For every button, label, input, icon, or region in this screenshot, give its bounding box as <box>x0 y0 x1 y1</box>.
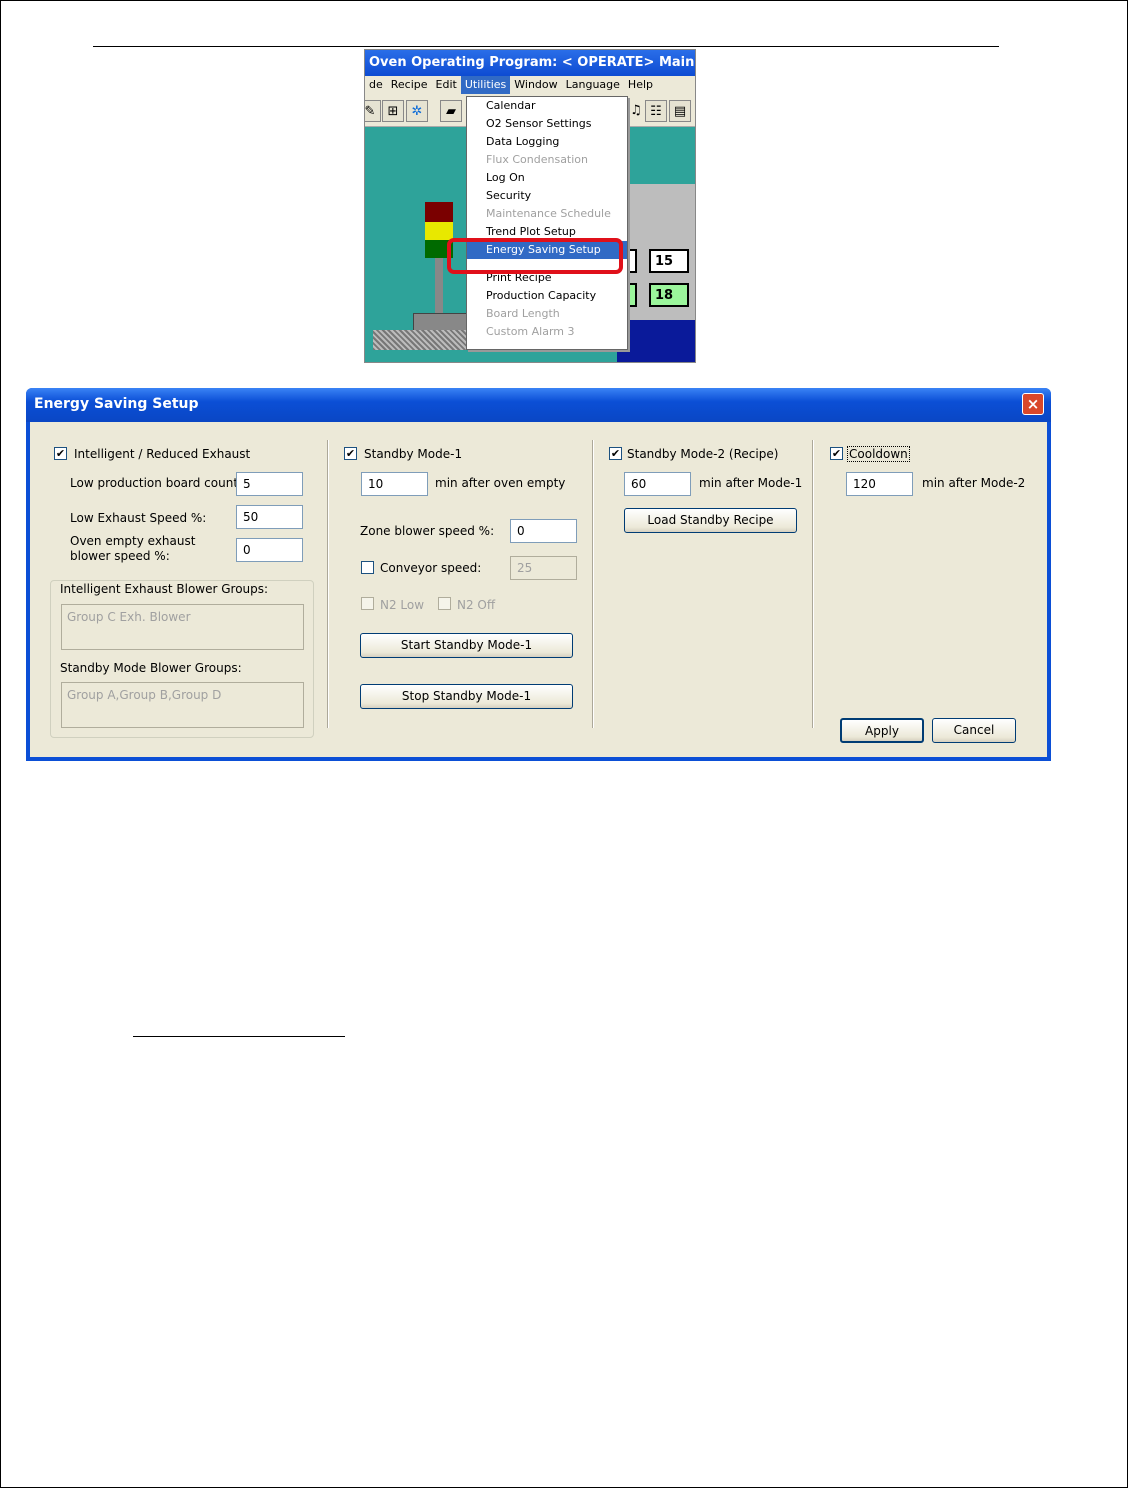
header-rule <box>93 46 999 47</box>
standby2-minutes-label: min after Mode-1 <box>699 476 803 490</box>
conveyor-speed-field: 25 <box>510 556 577 580</box>
dialog-titlebar: Energy Saving Setup × <box>26 388 1051 422</box>
menu-item-maintenance-schedule: Maintenance Schedule <box>486 207 611 220</box>
standby1-minutes-field[interactable]: 10 <box>361 472 428 496</box>
menu-language[interactable]: Language <box>562 76 624 94</box>
readout-value-bottom: 18 <box>649 283 689 307</box>
section-rule <box>133 1036 345 1037</box>
menu-item-custom-alarm-3: Custom Alarm 3 <box>486 325 575 338</box>
conveyor-panel <box>617 320 695 362</box>
light-tower-pole <box>435 258 443 314</box>
menu-item-production-capacity[interactable]: Production Capacity <box>467 287 627 305</box>
n2-off-label: N2 Off <box>457 598 496 612</box>
oven-menu-bar: de Recipe Edit Utilities Window Language Help <box>365 76 695 96</box>
toolbar-report-icon[interactable]: ▤ <box>669 100 691 122</box>
standby-groups-list: Group A,Group B,Group D <box>61 682 304 728</box>
standby2-checkbox[interactable]: ✔ <box>609 447 622 460</box>
exhaust-checkbox[interactable]: ✔ <box>54 447 67 460</box>
toolbar-pen-icon[interactable]: ✎ <box>365 100 381 122</box>
empty-speed-label-line1: Oven empty exhaust <box>70 534 196 548</box>
menu-item-log-on[interactable]: Log On <box>467 169 627 187</box>
start-standby1-button[interactable]: Start Standby Mode-1 <box>360 633 573 658</box>
toolbar-check-list-icon[interactable]: ☷ <box>645 100 667 122</box>
toolbar-conveyor-icon[interactable]: ⊞ <box>382 100 404 122</box>
toolbar-open-folder-icon[interactable]: ▰ <box>440 100 462 122</box>
standby1-label: Standby Mode-1 <box>364 447 463 461</box>
dialog-body: ✔ Intelligent / Reduced Exhaust Low prod… <box>30 422 1047 757</box>
menu-item-data-logging[interactable]: Data Logging <box>467 133 627 151</box>
utilities-dropdown: Calendar O2 Sensor Settings Data Logging… <box>466 96 628 350</box>
column-separator <box>327 440 329 728</box>
load-standby-recipe-button[interactable]: Load Standby Recipe <box>624 508 797 533</box>
zone-speed-label: Zone blower speed %: <box>360 524 495 538</box>
zone-speed-field[interactable]: 0 <box>510 519 577 543</box>
highlight-callout <box>447 238 623 274</box>
exhaust-groups-label: Intelligent Exhaust Blower Groups: <box>60 582 269 596</box>
low-count-label: Low production board count: <box>70 476 243 490</box>
cooldown-checkbox[interactable]: ✔ <box>830 447 843 460</box>
apply-button[interactable]: Apply <box>840 718 924 743</box>
conveyor-checkbox[interactable] <box>361 561 374 574</box>
menu-item-calendar[interactable]: Calendar <box>467 97 627 115</box>
exhaust-groups-list: Group C Exh. Blower <box>61 604 304 650</box>
column-separator <box>812 440 814 728</box>
low-count-field[interactable]: 5 <box>236 472 303 496</box>
standby1-checkbox[interactable]: ✔ <box>344 447 357 460</box>
oven-window-title: Oven Operating Program: < OPERATE> Main … <box>365 50 695 76</box>
cooldown-minutes-field[interactable]: 120 <box>846 472 913 496</box>
stop-standby1-button[interactable]: Stop Standby Mode-1 <box>360 684 573 709</box>
low-speed-field[interactable]: 50 <box>236 505 303 529</box>
menu-help[interactable]: Help <box>624 76 657 94</box>
readout-value-top: 15 <box>649 249 689 273</box>
exhaust-label: Intelligent / Reduced Exhaust <box>74 447 251 461</box>
light-tower-red <box>425 202 453 222</box>
empty-speed-field[interactable]: 0 <box>236 538 303 562</box>
menu-recipe[interactable]: Recipe <box>387 76 432 94</box>
cooldown-minutes-label: min after Mode-2 <box>922 476 1026 490</box>
n2-off-checkbox <box>438 597 451 610</box>
standby-groups-label: Standby Mode Blower Groups: <box>60 661 242 675</box>
energy-saving-dialog: Energy Saving Setup × ✔ Intelligent / Re… <box>26 388 1051 761</box>
menu-screenshot: Oven Operating Program: < OPERATE> Main … <box>364 49 696 363</box>
column-separator <box>592 440 594 728</box>
menu-edit[interactable]: Edit <box>432 76 461 94</box>
menu-item-board-length: Board Length <box>486 307 560 320</box>
n2-low-checkbox <box>361 597 374 610</box>
cancel-button[interactable]: Cancel <box>932 718 1016 743</box>
n2-low-label: N2 Low <box>380 598 425 612</box>
light-tower-yellow <box>425 222 453 240</box>
toolbar-bell-icon[interactable]: ♫ <box>625 100 647 122</box>
cooldown-label: Cooldown <box>847 446 910 462</box>
menu-item-security[interactable]: Security <box>467 187 627 205</box>
menu-window[interactable]: Window <box>510 76 561 94</box>
low-speed-label: Low Exhaust Speed %: <box>70 511 207 525</box>
empty-speed-label-line2: blower speed %: <box>70 549 170 563</box>
close-icon[interactable]: × <box>1022 393 1044 415</box>
menu-utilities[interactable]: Utilities <box>460 76 511 94</box>
standby1-minutes-label: min after oven empty <box>435 476 566 490</box>
standby2-label: Standby Mode-2 (Recipe) <box>627 447 779 461</box>
dialog-title: Energy Saving Setup <box>34 396 199 412</box>
menu-mode[interactable]: de <box>365 76 387 94</box>
standby2-minutes-field[interactable]: 60 <box>624 472 691 496</box>
menu-item-o2-sensor-settings[interactable]: O2 Sensor Settings <box>467 115 627 133</box>
conveyor-label: Conveyor speed: <box>380 561 482 575</box>
toolbar-fan-icon[interactable]: ✲ <box>406 100 428 122</box>
menu-item-flux-condensation: Flux Condensation <box>486 153 589 166</box>
